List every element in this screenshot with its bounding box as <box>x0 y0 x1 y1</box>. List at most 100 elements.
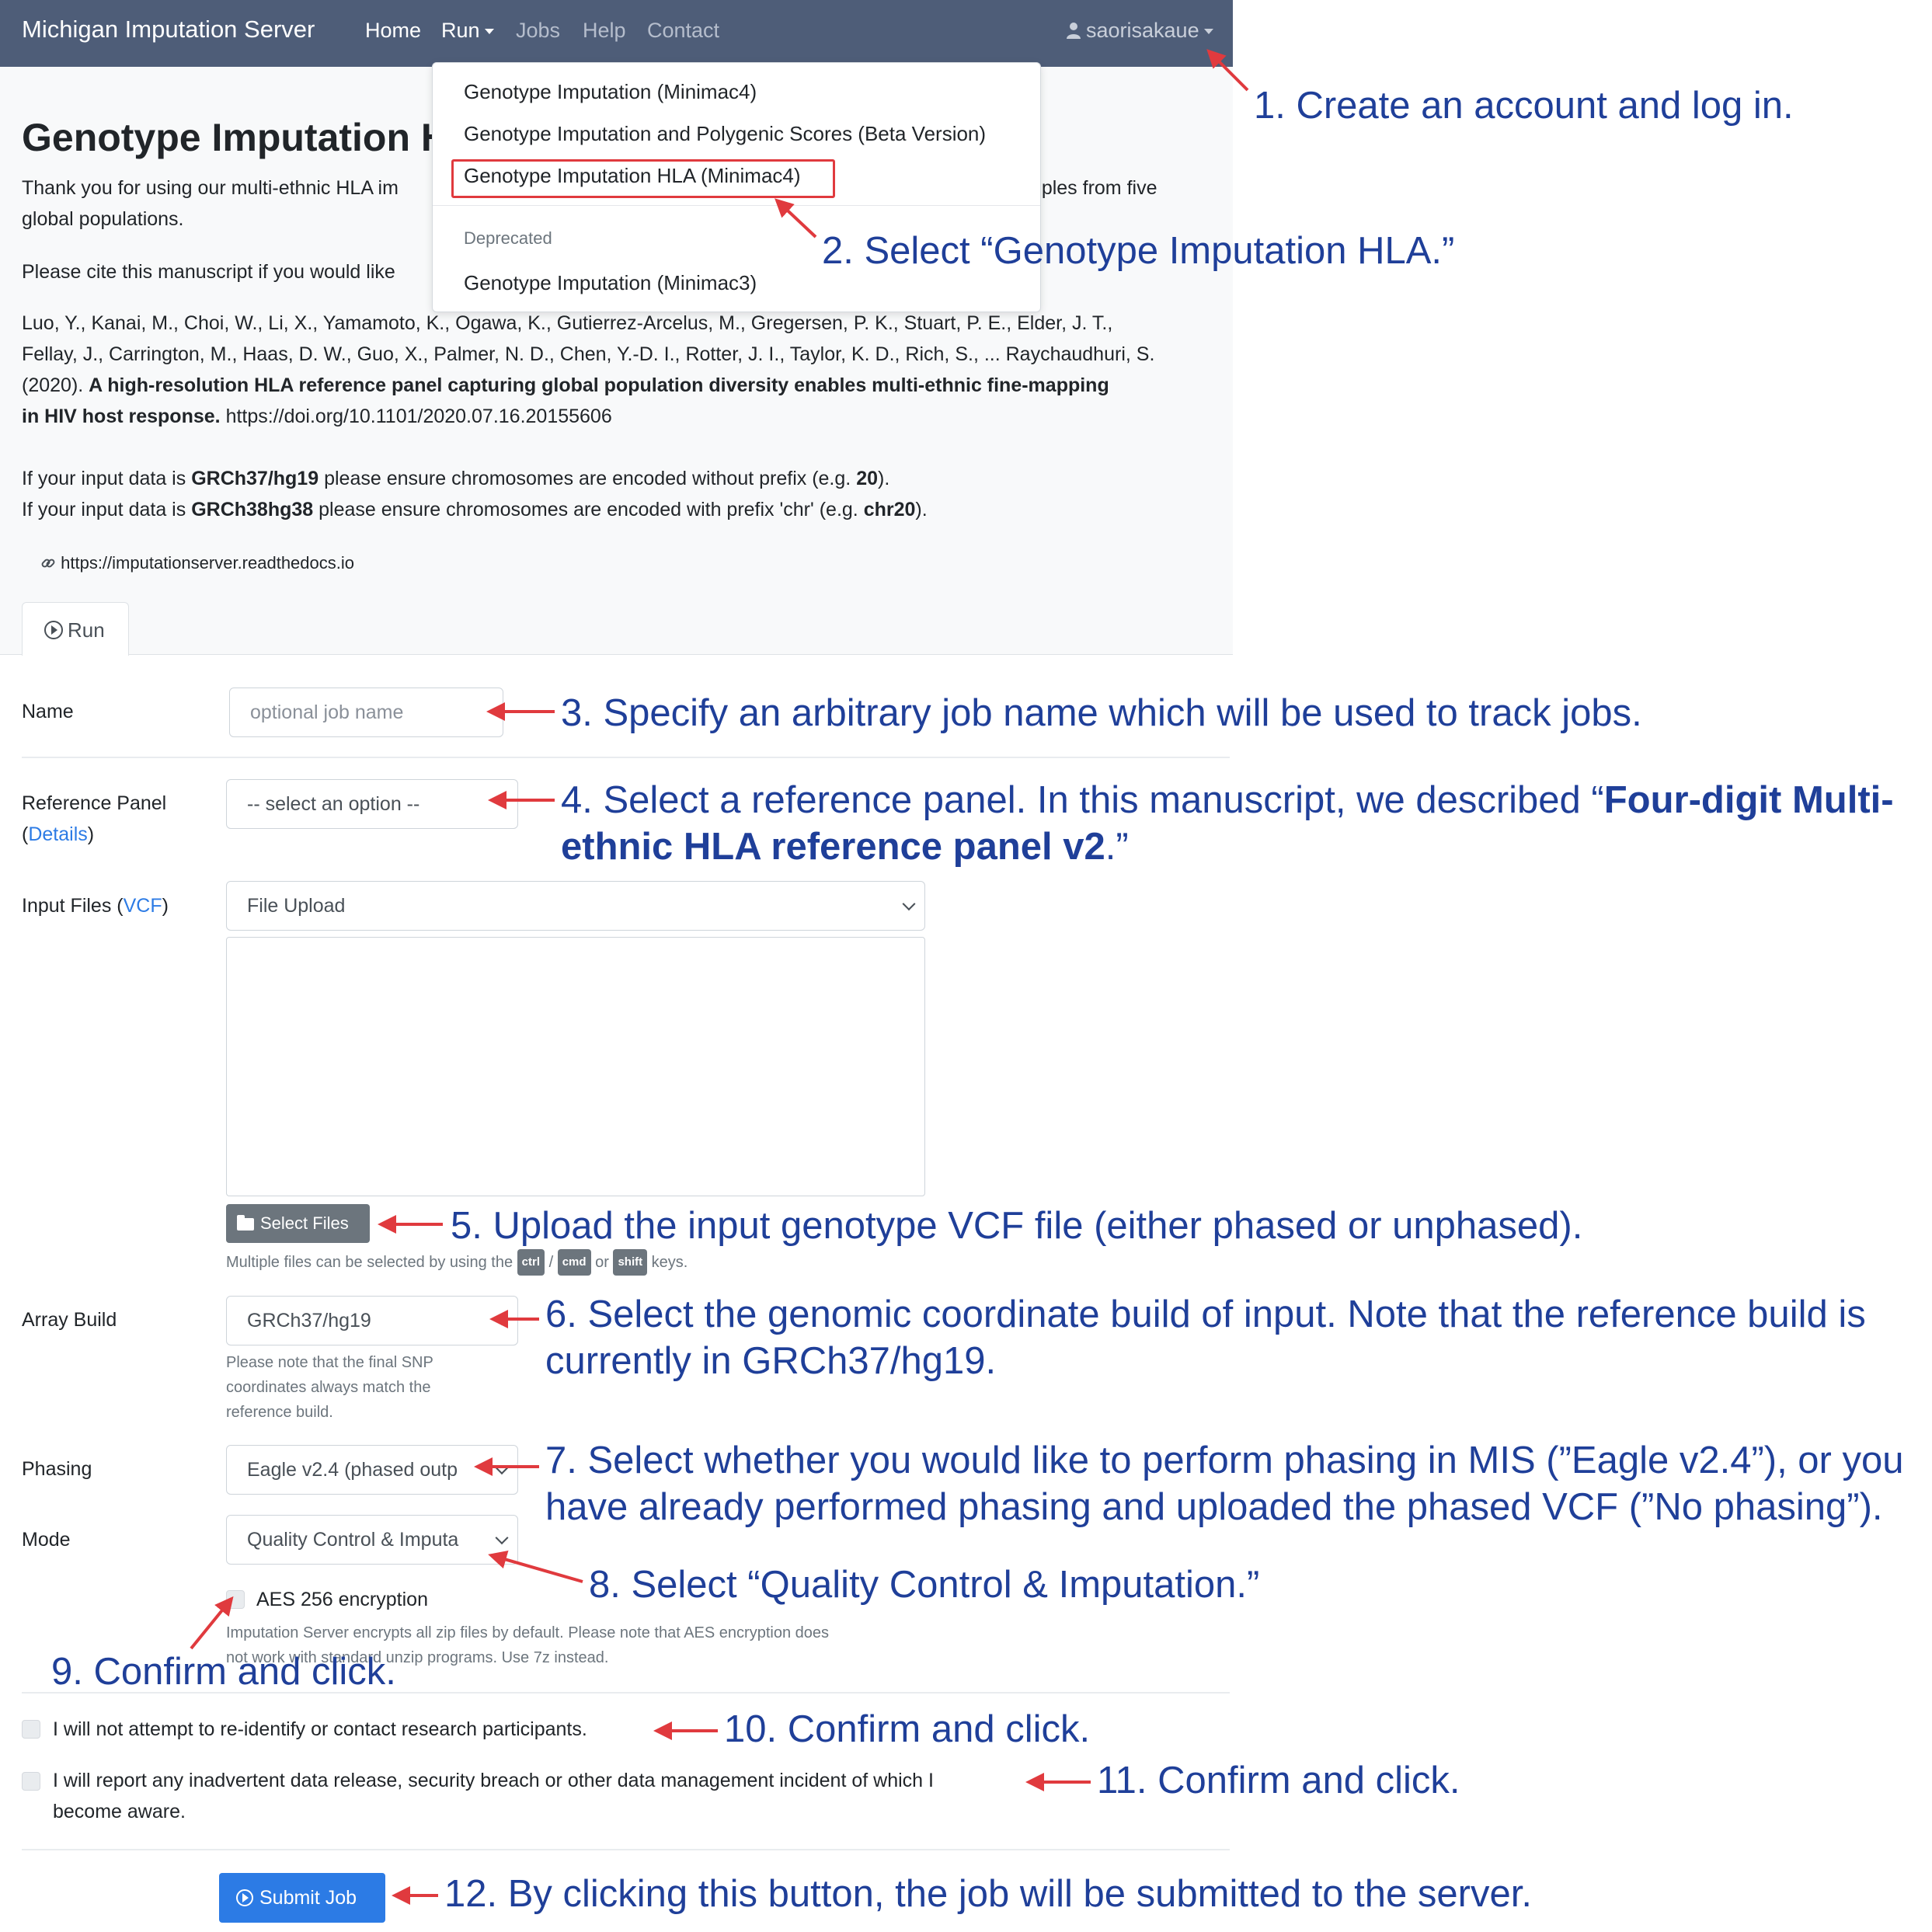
annotation-1: 1. Create an account and log in. <box>1254 85 1794 127</box>
run-dropdown-menu: Genotype Imputation (Minimac4) Genotype … <box>432 62 1041 312</box>
menu-item-hla[interactable]: Genotype Imputation HLA (Minimac4) <box>464 164 801 188</box>
text: chr20 <box>863 499 916 520</box>
mode-select[interactable]: Quality Control & Imputa <box>226 1515 518 1565</box>
name-label: Name <box>22 701 74 722</box>
text: 4. Select a reference panel. In this man… <box>561 779 1604 821</box>
annotation-12: 12. By clicking this button, the job wil… <box>444 1873 1532 1915</box>
reference-panel-select[interactable]: -- select an option -- <box>226 779 518 829</box>
username: saorisakaue <box>1086 19 1199 42</box>
annotation-7-line2: have already performed phasing and uploa… <box>545 1486 1883 1528</box>
array-build-select[interactable]: GRCh37/hg19 <box>226 1296 518 1345</box>
citation-year: (2020). <box>22 374 84 396</box>
text: If your input data is <box>22 468 186 489</box>
menu-item-minimac3[interactable]: Genotype Imputation (Minimac3) <box>464 271 757 295</box>
agree-reidentify-label: I will not attempt to re-identify or con… <box>53 1718 587 1740</box>
details-link[interactable]: Details <box>28 823 87 845</box>
job-name-input[interactable]: optional job name <box>229 688 503 737</box>
text: GRCh37/hg19 <box>191 468 319 489</box>
agree-report-label-2: become aware. <box>53 1801 186 1822</box>
tab-divider <box>0 654 1233 655</box>
text: .” <box>1105 826 1129 868</box>
select-files-label: Select Files <box>260 1213 349 1233</box>
input-files-label: Input Files (VCF) <box>22 895 169 917</box>
brand-logo[interactable]: Michigan Imputation Server <box>22 16 315 44</box>
annotation-2: 2. Select “Genotype Imputation HLA.” <box>822 230 1455 272</box>
cite-text: Please cite this manuscript if you would… <box>22 261 395 283</box>
citation-doi[interactable]: https://doi.org/10.1101/2020.07.16.20155… <box>226 406 612 427</box>
citation-line-1: Luo, Y., Kanai, M., Choi, W., Li, X., Ya… <box>22 312 1113 334</box>
aes-checkbox[interactable] <box>226 1590 245 1609</box>
annotation-10: 10. Confirm and click. <box>724 1708 1091 1750</box>
array-build-label: Array Build <box>22 1309 117 1331</box>
tab-run[interactable]: Run <box>22 602 129 656</box>
phasing-label: Phasing <box>22 1458 92 1480</box>
submit-job-button[interactable]: Submit Job <box>219 1873 385 1923</box>
tab-run-label: Run <box>68 618 105 642</box>
text: ) <box>162 895 169 917</box>
docs-link-text: https://imputationserver.readthedocs.io <box>61 553 355 573</box>
phasing-select[interactable]: Eagle v2.4 (phased outp <box>226 1445 518 1495</box>
annotation-4-line1: 4. Select a reference panel. In this man… <box>561 777 1894 823</box>
annotation-11: 11. Confirm and click. <box>1097 1760 1460 1801</box>
annotation-6-line1: 6. Select the genomic coordinate build o… <box>545 1293 1866 1335</box>
annotation-6-line2: currently in GRCh37/hg19. <box>545 1340 997 1382</box>
nav-home[interactable]: Home <box>365 19 421 43</box>
page-title: Genotype Imputation H <box>22 116 449 159</box>
docs-link[interactable]: https://imputationserver.readthedocs.io <box>40 553 354 573</box>
build-note-1: If your input data is GRCh37/hg19 please… <box>22 463 889 494</box>
nav-contact[interactable]: Contact <box>647 19 719 43</box>
citation-title-end: in HIV host response. <box>22 406 221 427</box>
input-files-select[interactable]: File Upload <box>226 881 925 931</box>
build-note-2: If your input data is GRCh38hg38 please … <box>22 494 928 525</box>
play-icon <box>236 1889 253 1906</box>
menu-item-polygenic[interactable]: Genotype Imputation and Polygenic Scores… <box>464 122 986 146</box>
agree-report-label-1: I will report any inadvertent data relea… <box>53 1770 934 1791</box>
text: Input Files ( <box>22 895 124 917</box>
chevron-down-icon <box>1203 29 1213 35</box>
chevron-down-icon <box>902 897 916 911</box>
text: please ensure chromosomes are encoded wi… <box>324 468 851 489</box>
nav-jobs[interactable]: Jobs <box>516 19 560 43</box>
chevron-down-icon <box>495 1312 509 1326</box>
link-icon <box>41 559 55 568</box>
key-shift: shift <box>613 1249 648 1276</box>
user-icon <box>1067 23 1081 39</box>
agree-reidentify-checkbox[interactable] <box>22 1720 40 1739</box>
input-files-value: File Upload <box>247 895 346 917</box>
agree-report-checkbox[interactable] <box>22 1772 40 1791</box>
aes-help-1: Imputation Server encrypts all zip files… <box>226 1624 829 1641</box>
annotation-7-line1: 7. Select whether you would like to perf… <box>545 1439 1904 1481</box>
phasing-value: Eagle v2.4 (phased outp <box>247 1459 458 1481</box>
nav-run-label: Run <box>441 19 480 42</box>
nav-help[interactable]: Help <box>583 19 626 43</box>
key-ctrl: ctrl <box>517 1249 545 1276</box>
array-build-help-3: reference build. <box>226 1404 333 1421</box>
play-icon <box>44 621 63 639</box>
user-menu[interactable]: saorisakaue <box>1066 19 1213 43</box>
text: keys. <box>651 1254 688 1271</box>
citation-line-3: (2020). A high-resolution HLA reference … <box>22 370 1109 401</box>
annotation-5: 5. Upload the input genotype VCF file (e… <box>451 1205 1583 1247</box>
text: ). <box>878 468 890 489</box>
annotation-4-line2: ethnic HLA reference panel v2.” <box>561 823 1129 870</box>
submit-job-label: Submit Job <box>259 1887 357 1909</box>
chevron-down-icon <box>495 1531 509 1545</box>
select-files-button[interactable]: Select Files <box>226 1204 370 1243</box>
multi-file-help: Multiple files can be selected by using … <box>226 1249 688 1276</box>
vcf-link[interactable]: VCF <box>124 895 162 917</box>
citation-title: A high-resolution HLA reference panel ca… <box>89 374 1109 396</box>
key-cmd: cmd <box>557 1249 591 1276</box>
text: please ensure chromosomes are encoded wi… <box>319 499 858 520</box>
menu-item-minimac4[interactable]: Genotype Imputation (Minimac4) <box>464 80 757 104</box>
citation-line-2: Fellay, J., Carrington, M., Haas, D. W.,… <box>22 343 1155 365</box>
file-list-area[interactable] <box>226 937 925 1196</box>
nav-run[interactable]: Run <box>441 19 494 43</box>
array-build-help-1: Please note that the final SNP <box>226 1354 433 1371</box>
array-build-help-2: coordinates always match the <box>226 1379 431 1396</box>
intro-text-line2: global populations. <box>22 208 184 230</box>
menu-divider <box>433 205 1040 206</box>
annotation-3: 3. Specify an arbitrary job name which w… <box>561 692 1642 734</box>
reference-panel-label: Reference Panel <box>22 792 167 814</box>
reference-details: (Details) <box>22 823 95 845</box>
folder-icon <box>237 1215 254 1231</box>
